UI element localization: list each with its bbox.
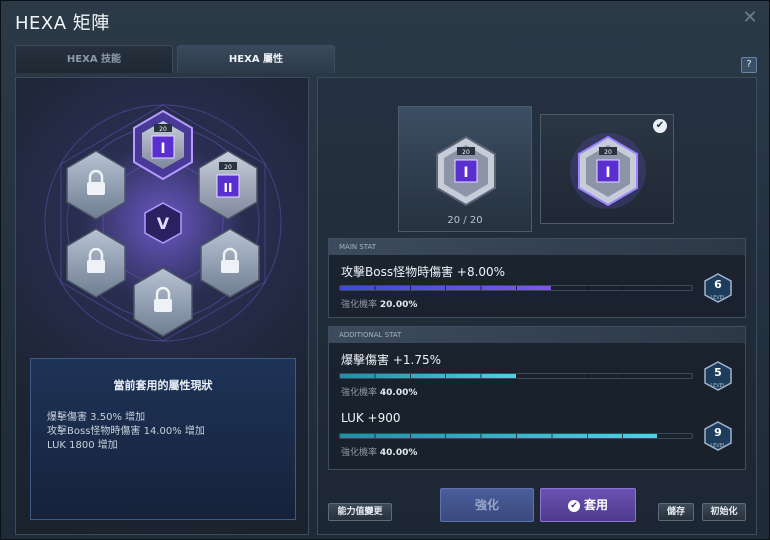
level-number: 6: [714, 278, 722, 291]
apply-label: 套用: [583, 498, 608, 512]
title-bar[interactable]: HEXA 矩陣 ✕: [1, 1, 770, 41]
additional-stat-progress-bar: [339, 433, 693, 439]
rate-label: 強化機率: [341, 388, 378, 398]
current-status-line: 攻擊Boss怪物時傷害 14.00% 增加: [47, 426, 205, 437]
additional-stat-level-badge: 9 LEVEL: [703, 421, 733, 455]
reset-button[interactable]: 初始化: [702, 503, 746, 521]
core-slot-current[interactable]: I 20 20 / 20: [398, 106, 532, 232]
change-stat-button[interactable]: 能力值變更: [328, 503, 392, 521]
main-stat-progress-bar: [339, 285, 693, 291]
svg-text:20: 20: [604, 149, 612, 156]
additional-stat-progress-bar: [339, 373, 693, 379]
svg-text:I: I: [463, 165, 468, 181]
rate-label: 強化機率: [341, 448, 378, 458]
level-number: 9: [714, 426, 722, 439]
additional-stat-level-badge: 5 LEVEL: [703, 361, 733, 395]
apply-button[interactable]: ✔ 套用: [540, 488, 636, 522]
current-status-line: 爆擊傷害 3.50% 增加: [47, 412, 146, 423]
svg-text:20: 20: [462, 149, 470, 156]
current-status-title: 當前套用的屬性現狀: [113, 379, 213, 392]
level-label: LEVEL: [710, 295, 726, 301]
current-stat-status-box: 當前套用的屬性現狀 爆擊傷害 3.50% 增加 攻擊Boss怪物時傷害 14.0…: [30, 358, 296, 520]
svg-text:20: 20: [159, 126, 167, 133]
level-number: 5: [714, 366, 722, 379]
stat-panel: I 20 20 / 20 I 20 ✔ MAIN STAT 攻擊Boss怪物時傷…: [317, 77, 757, 535]
main-stat-box: MAIN STAT 攻擊Boss怪物時傷害 +8.00% 強化機率 20.00%…: [328, 238, 746, 318]
rate-value: 20.00%: [379, 300, 418, 310]
help-icon[interactable]: ?: [741, 57, 757, 73]
check-icon: ✔: [653, 119, 667, 133]
current-status-lines: 爆擊傷害 3.50% 增加 攻擊Boss怪物時傷害 14.00% 增加 LUK …: [47, 411, 205, 453]
close-icon[interactable]: ✕: [741, 9, 759, 27]
level-label: LEVEL: [710, 383, 726, 389]
main-stat-level-badge: 6 LEVEL: [703, 273, 733, 307]
hexa-matrix-window: HEXA 矩陣 ✕ HEXA 技能 HEXA 屬性 ? V I 20 II 20…: [0, 0, 770, 540]
level-label: LEVEL: [710, 443, 726, 449]
main-stat-header: MAIN STAT: [329, 239, 745, 255]
window-title: HEXA 矩陣: [15, 13, 110, 34]
check-icon: ✔: [567, 499, 580, 512]
svg-text:V: V: [157, 214, 170, 233]
svg-text:20: 20: [224, 164, 232, 171]
additional-stat-header: ADDITIONAL STAT: [329, 327, 745, 343]
core-slot-applied[interactable]: I 20 ✔: [540, 114, 674, 224]
save-button[interactable]: 儲存: [658, 503, 694, 521]
additional-stat-name: LUK +900: [341, 411, 401, 425]
svg-text:I: I: [160, 141, 165, 157]
matrix-panel: V I 20 II 20 當前套用的屬性現狀 爆擊傷害 3.50% 增加 攻擊B…: [15, 77, 309, 535]
svg-text:II: II: [224, 181, 233, 195]
current-status-line: LUK 1800 增加: [47, 440, 118, 451]
tab-hexa-skill[interactable]: HEXA 技能: [15, 45, 173, 73]
core-level-count: 20 / 20: [447, 215, 483, 226]
additional-stat-rate: 強化機率 40.00%: [341, 445, 417, 458]
matrix-board: V I 20 II 20: [44, 104, 282, 342]
additional-stat-name: 爆擊傷害 +1.75%: [341, 353, 441, 367]
main-stat-rate: 強化機率 20.00%: [341, 297, 417, 310]
svg-text:I: I: [605, 165, 610, 181]
rate-value: 40.00%: [379, 388, 418, 398]
main-stat-name: 攻擊Boss怪物時傷害 +8.00%: [341, 265, 506, 279]
additional-stat-rate: 強化機率 40.00%: [341, 385, 417, 398]
rate-value: 40.00%: [379, 448, 418, 458]
rate-label: 強化機率: [341, 300, 378, 310]
additional-stat-box: ADDITIONAL STAT 爆擊傷害 +1.75% 強化機率 40.00% …: [328, 326, 746, 470]
tab-hexa-stat[interactable]: HEXA 屬性: [177, 45, 335, 73]
enhance-button[interactable]: 強化: [440, 488, 534, 522]
